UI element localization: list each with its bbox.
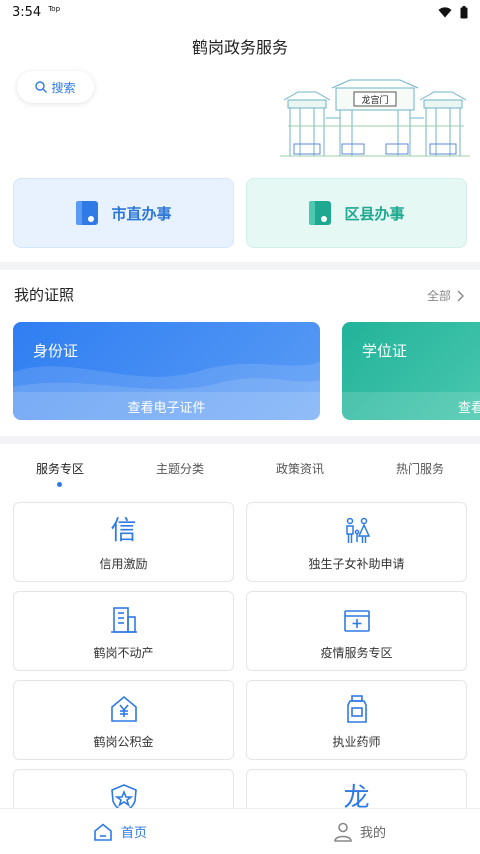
service-licensed-pharmacist[interactable]: 执业药师 [246, 680, 467, 760]
tab-service-zone[interactable]: 服务专区 [15, 460, 105, 477]
family-icon [345, 517, 370, 543]
service-epidemic-zone[interactable]: 疫情服务专区 [246, 591, 467, 671]
tab-topics[interactable]: 主题分类 [135, 460, 225, 477]
service-label: 疫情服务专区 [320, 646, 393, 660]
id-card-certificate[interactable]: 身份证 查看电子证件 [13, 322, 320, 420]
county-office-button[interactable]: 区县办事 [246, 178, 467, 248]
user-icon [334, 822, 352, 842]
bottom-nav: 首页 我的 [0, 808, 480, 854]
certificates-title: 我的证照 [14, 286, 75, 304]
service-housing-fund[interactable]: 鹤岗公积金 [13, 680, 234, 760]
search-button[interactable]: 搜索 [17, 71, 94, 103]
service-label: 执业药师 [332, 735, 381, 749]
credit-char-icon: 信 [110, 516, 137, 546]
nav-home[interactable]: 首页 [0, 809, 240, 854]
service-one-child-subsidy[interactable]: 独生子女补助申请 [246, 502, 467, 582]
document-icon [309, 201, 332, 225]
service-credit-incentive[interactable]: 信 信用激励 [13, 502, 234, 582]
yuan-house-icon [110, 695, 137, 722]
service-real-estate[interactable]: 鹤岗不动产 [13, 591, 234, 671]
certificate-name: 身份证 [33, 342, 79, 360]
page-title: 鹤岗政务服务 [191, 38, 288, 57]
battery-icon [460, 5, 468, 18]
service-label: 鹤岗公积金 [93, 735, 154, 749]
section-divider [0, 436, 480, 444]
medical-box-icon [343, 610, 370, 632]
tab-hot-services[interactable]: 热门服务 [375, 460, 465, 477]
service-label: 独生子女补助申请 [308, 557, 405, 571]
home-icon [94, 822, 112, 841]
status-bar: 3:54 Top [0, 0, 480, 24]
wifi-icon [438, 6, 452, 17]
medicine-bottle-icon [346, 695, 367, 723]
view-all-link[interactable]: 全部 [427, 287, 464, 304]
service-label: 鹤岗不动产 [93, 646, 154, 660]
chevron-right-icon [457, 290, 464, 301]
gate-sign-text: 龙宫门 [361, 94, 388, 106]
nav-mine[interactable]: 我的 [240, 809, 480, 854]
view-all-label: 全部 [426, 289, 451, 303]
section-divider [0, 262, 480, 270]
city-office-button[interactable]: 市直办事 [13, 178, 234, 248]
view-certificate-button[interactable]: 查看 [342, 392, 480, 420]
nav-label: 首页 [120, 826, 147, 841]
document-icon [76, 201, 99, 225]
status-tag: Top [48, 5, 61, 13]
service-tabs: 服务专区 主题分类 政策资讯 热门服务 [0, 460, 480, 487]
gate-illustration: 龙宫门 [280, 79, 470, 157]
status-time: 3:54 [12, 4, 42, 20]
status-icons [438, 5, 468, 19]
tab-policy-news[interactable]: 政策资讯 [255, 460, 345, 477]
view-certificate-button[interactable]: 查看电子证件 [13, 392, 320, 420]
service-label: 信用激励 [99, 557, 148, 571]
degree-certificate[interactable]: 学位证 查看 [342, 322, 480, 420]
search-icon [35, 81, 48, 93]
county-office-label: 区县办事 [344, 204, 405, 223]
city-office-label: 市直办事 [111, 204, 172, 223]
nav-label: 我的 [359, 826, 386, 841]
building-icon [110, 607, 137, 633]
active-tab-indicator [57, 482, 62, 487]
search-label: 搜索 [51, 80, 76, 95]
certificate-name: 学位证 [362, 342, 408, 360]
